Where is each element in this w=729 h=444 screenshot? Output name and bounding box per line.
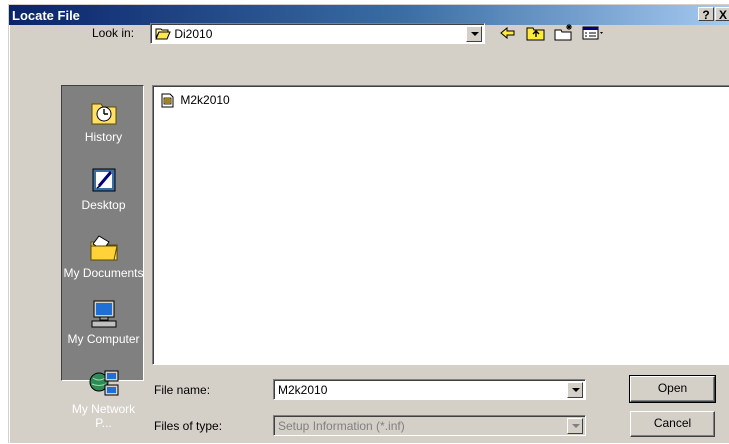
file-item[interactable]: M2k2010 bbox=[161, 93, 230, 108]
place-my-computer[interactable]: My Computer bbox=[62, 298, 145, 346]
dialog-title: Locate File bbox=[12, 8, 80, 23]
look-in-dropdown-button[interactable] bbox=[466, 26, 482, 42]
view-menu-button[interactable] bbox=[581, 23, 607, 43]
history-icon bbox=[91, 103, 116, 125]
place-my-documents-label: My Documents bbox=[63, 266, 144, 280]
places-bar: History Desktop My Documents My Computer… bbox=[61, 85, 145, 430]
look-in-text: Di2010 bbox=[174, 27, 213, 41]
place-history-label: History bbox=[84, 130, 123, 144]
place-desktop[interactable]: Desktop bbox=[62, 164, 145, 212]
my-computer-icon bbox=[91, 300, 116, 328]
place-my-computer-label: My Computer bbox=[67, 332, 140, 346]
place-my-network-places-label: My Network P... bbox=[71, 402, 136, 430]
files-of-type-value: Setup Information (*.inf) bbox=[278, 419, 405, 433]
title-bar[interactable]: Locate File ? X bbox=[9, 5, 729, 25]
files-of-type-label: Files of type: bbox=[154, 419, 223, 433]
cancel-button[interactable]: Cancel bbox=[630, 411, 715, 437]
close-button[interactable]: X bbox=[715, 7, 729, 22]
place-history[interactable]: History bbox=[62, 96, 145, 144]
setup-info-file-icon bbox=[161, 93, 174, 108]
file-list[interactable]: M2k2010 bbox=[152, 85, 729, 365]
details-view-icon bbox=[582, 26, 603, 40]
file-name-label: File name: bbox=[154, 383, 211, 397]
look-in-combo[interactable]: Di2010 bbox=[150, 23, 485, 44]
place-desktop-label: Desktop bbox=[81, 198, 126, 212]
place-my-documents[interactable]: My Documents bbox=[62, 232, 145, 280]
desktop-icon bbox=[92, 168, 115, 192]
look-in-value: Di2010 bbox=[155, 27, 212, 41]
back-button[interactable] bbox=[497, 23, 519, 43]
look-in-label: Look in: bbox=[92, 26, 135, 40]
file-item-name: M2k2010 bbox=[180, 93, 230, 107]
new-folder-icon bbox=[554, 24, 572, 41]
locate-file-dialog: Locate File ? X Look in: Di2010 History … bbox=[8, 4, 729, 443]
file-name-value: M2k2010 bbox=[278, 383, 328, 397]
up-folder-icon bbox=[526, 27, 545, 41]
files-of-type-select[interactable]: Setup Information (*.inf) bbox=[273, 415, 586, 436]
place-my-network-places[interactable]: My Network P... bbox=[62, 368, 145, 430]
up-one-level-button[interactable] bbox=[525, 23, 547, 43]
file-name-dropdown-button[interactable] bbox=[567, 382, 583, 398]
back-arrow-icon bbox=[500, 26, 515, 40]
my-network-places-icon bbox=[89, 370, 118, 396]
open-button[interactable]: Open bbox=[629, 375, 716, 403]
my-documents-icon bbox=[90, 235, 118, 261]
open-folder-icon bbox=[155, 28, 171, 40]
files-of-type-dropdown-button[interactable] bbox=[567, 418, 583, 434]
file-name-input[interactable]: M2k2010 bbox=[273, 379, 586, 400]
create-new-folder-button[interactable] bbox=[553, 23, 575, 43]
help-button[interactable]: ? bbox=[698, 7, 714, 22]
